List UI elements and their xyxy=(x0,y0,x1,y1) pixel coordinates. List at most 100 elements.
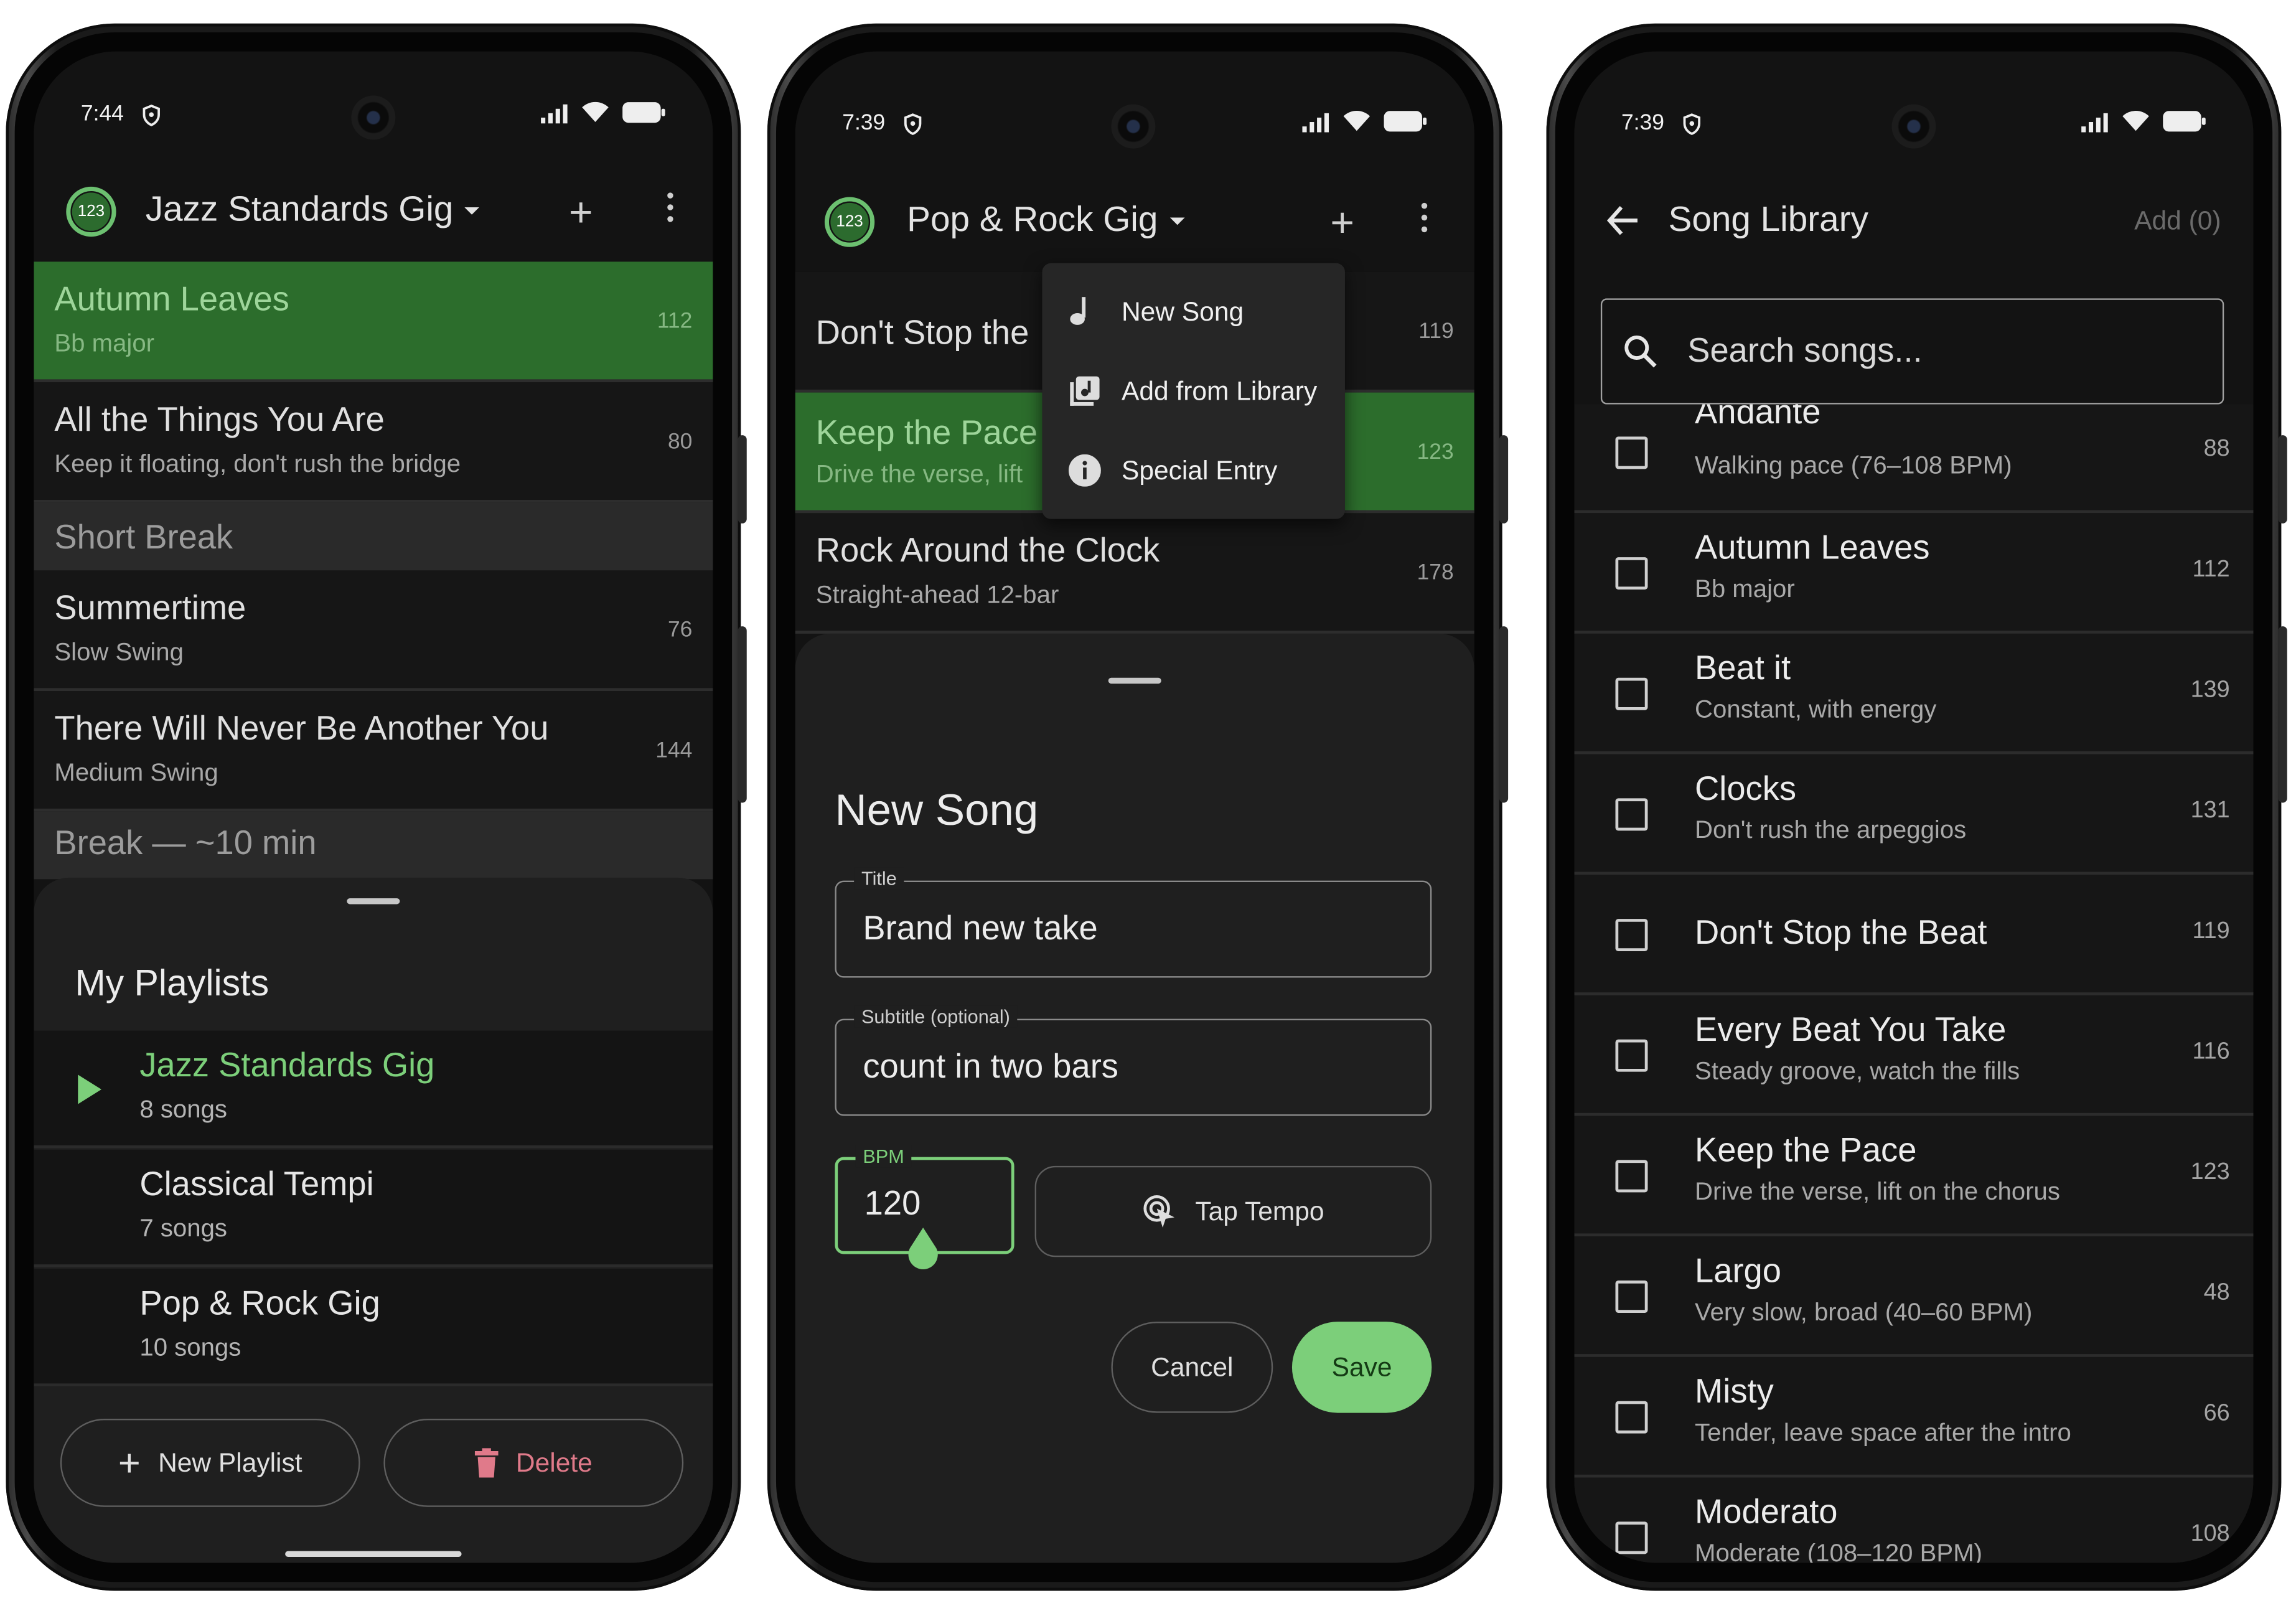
tap-tempo-label: Tap Tempo xyxy=(1195,1196,1324,1226)
library-row[interactable]: Moderato Moderate (108–120 BPM) 108 xyxy=(1574,1477,2254,1563)
save-label: Save xyxy=(1331,1351,1392,1381)
more-vert-icon[interactable] xyxy=(1421,202,1428,238)
library-row[interactable]: Don't Stop the Beat 119 xyxy=(1574,875,2254,995)
checkbox[interactable] xyxy=(1615,1039,1648,1072)
menu-label: Special Entry xyxy=(1121,454,1278,485)
front-camera xyxy=(351,95,396,140)
checkbox[interactable] xyxy=(1615,798,1648,831)
menu-label: New Song xyxy=(1121,296,1244,326)
front-camera xyxy=(1891,104,1936,149)
song-row[interactable]: There Will Never Be Another You Medium S… xyxy=(34,690,713,812)
add-button[interactable]: Add (0) xyxy=(2134,206,2221,237)
library-row[interactable]: Andante Walking pace (76–108 BPM) 88 xyxy=(1574,404,2254,514)
checkbox[interactable] xyxy=(1615,436,1648,469)
search-input[interactable]: Search songs... xyxy=(1600,298,2224,405)
bpm-field[interactable]: BPM 120 xyxy=(835,1145,1014,1269)
battery-icon xyxy=(2163,111,2206,132)
checkbox[interactable] xyxy=(1615,1281,1648,1313)
subtitle-field[interactable]: Subtitle (optional) count in two bars xyxy=(835,1005,1432,1116)
save-button[interactable]: Save xyxy=(1291,1322,1432,1413)
break-label: Short Break xyxy=(54,517,233,556)
playlist-name: Pop & Rock Gig xyxy=(139,1283,380,1322)
new-song-sheet: New Song Title Brand new take Subtitle (… xyxy=(795,633,1474,1563)
playlist-selector[interactable]: Jazz Standards Gig xyxy=(146,190,480,231)
chevron-down-icon xyxy=(465,207,480,215)
song-library-list: Andante Walking pace (76–108 BPM) 88 Aut… xyxy=(1574,404,2254,1563)
playlists-sheet: My Playlists Jazz Standards Gig 8 songs … xyxy=(34,877,713,1563)
subtitle-field-value: count in two bars xyxy=(863,1046,1118,1085)
tap-tempo-button[interactable]: Tap Tempo xyxy=(1034,1165,1432,1257)
song-row[interactable]: Autumn Leaves Bb major 112 xyxy=(34,261,713,383)
playlist-item[interactable]: Jazz Standards Gig 8 songs xyxy=(34,1030,713,1149)
song-bpm: 119 xyxy=(2192,919,2230,944)
song-row[interactable]: Summertime Slow Swing 76 xyxy=(34,570,713,691)
library-row[interactable]: Keep the Pace Drive the verse, lift on t… xyxy=(1574,1116,2254,1237)
break-row[interactable]: Short Break xyxy=(34,502,713,571)
checkbox[interactable] xyxy=(1615,1521,1648,1554)
library-row[interactable]: Misty Tender, leave space after the intr… xyxy=(1574,1356,2254,1478)
library-row[interactable]: Largo Very slow, broad (40–60 BPM) 48 xyxy=(1574,1236,2254,1357)
app-logo-text: 123 xyxy=(830,202,869,242)
bpm-field-label: BPM xyxy=(855,1145,912,1168)
screen-playlist: 7:44 123 Jazz Standards Gig + Autumn Lea… xyxy=(34,51,713,1563)
plus-icon[interactable]: + xyxy=(569,190,593,237)
status-bar: 7:39 xyxy=(795,52,1474,154)
song-bpm: 66 xyxy=(2203,1401,2230,1426)
status-time: 7:39 xyxy=(1621,110,1664,136)
checkbox[interactable] xyxy=(1615,557,1648,590)
title-field-value: Brand new take xyxy=(863,908,1098,947)
song-row[interactable]: All the Things You Are Keep it floating,… xyxy=(34,382,713,503)
song-title: There Will Never Be Another You xyxy=(54,708,549,747)
checkbox[interactable] xyxy=(1615,919,1648,952)
song-title: Andante xyxy=(1695,404,1821,431)
back-arrow-icon[interactable] xyxy=(1606,205,1639,235)
new-playlist-button[interactable]: + New Playlist xyxy=(60,1419,360,1507)
song-bpm: 123 xyxy=(1417,439,1454,465)
battery-icon xyxy=(1384,111,1427,132)
playlist-item[interactable]: Pop & Rock Gig 10 songs xyxy=(34,1269,713,1387)
playlist-item[interactable]: Classical Tempi 7 songs xyxy=(34,1149,713,1267)
song-title: Every Beat You Take xyxy=(1695,1010,2007,1048)
playlist-selector[interactable]: Pop & Rock Gig xyxy=(907,200,1184,241)
app-logo: 123 xyxy=(66,186,116,237)
search-icon xyxy=(1624,336,1657,368)
screen-song-library: 7:39 Song Library Add (0) Search songs..… xyxy=(1574,51,2254,1563)
trash-icon xyxy=(474,1448,499,1478)
library-row[interactable]: Every Beat You Take Steady groove, watch… xyxy=(1574,995,2254,1116)
song-title: Don't Stop the Beat xyxy=(1695,913,1987,952)
sheet-title: My Playlists xyxy=(75,962,269,1005)
playlist-name: Jazz Standards Gig xyxy=(139,1045,435,1084)
wifi-icon xyxy=(2122,111,2149,131)
front-camera xyxy=(1111,104,1156,149)
delete-button[interactable]: Delete xyxy=(383,1419,684,1507)
subtitle-field-label: Subtitle (optional) xyxy=(854,1005,1018,1028)
checkbox[interactable] xyxy=(1615,677,1648,710)
song-bpm: 131 xyxy=(2190,798,2230,824)
gesture-bar[interactable] xyxy=(285,1551,462,1558)
menu-item-add-from-library[interactable]: Add from Library xyxy=(1042,351,1345,431)
delete-label: Delete xyxy=(515,1447,593,1477)
menu-item-special-entry[interactable]: Special Entry xyxy=(1042,431,1345,510)
more-vert-icon[interactable] xyxy=(667,192,673,228)
playlist-name: Classical Tempi xyxy=(139,1164,374,1203)
plus-icon[interactable]: + xyxy=(1330,200,1354,247)
library-row[interactable]: Autumn Leaves Bb major 112 xyxy=(1574,513,2254,634)
break-row[interactable]: Break — ~10 min xyxy=(34,811,713,880)
checkbox[interactable] xyxy=(1615,1160,1648,1193)
checkbox[interactable] xyxy=(1615,1401,1648,1434)
song-subtitle: Slow Swing xyxy=(54,637,184,666)
song-bpm: 178 xyxy=(1417,560,1454,585)
song-bpm: 112 xyxy=(2192,557,2230,583)
title-field[interactable]: Title Brand new take xyxy=(835,867,1432,978)
power-button xyxy=(738,626,747,803)
song-bpm: 112 xyxy=(657,308,693,334)
song-row[interactable]: Rock Around the Clock Straight-ahead 12-… xyxy=(795,513,1474,634)
drag-handle[interactable] xyxy=(347,898,400,905)
menu-item-new-song[interactable]: New Song xyxy=(1042,272,1345,352)
text-cursor-handle[interactable] xyxy=(907,1228,939,1272)
library-row[interactable]: Clocks Don't rush the arpeggios 131 xyxy=(1574,754,2254,875)
drag-handle[interactable] xyxy=(1108,677,1161,684)
song-bpm: 139 xyxy=(2190,677,2230,703)
library-row[interactable]: Beat it Constant, with energy 139 xyxy=(1574,633,2254,754)
cancel-button[interactable]: Cancel xyxy=(1111,1322,1273,1413)
